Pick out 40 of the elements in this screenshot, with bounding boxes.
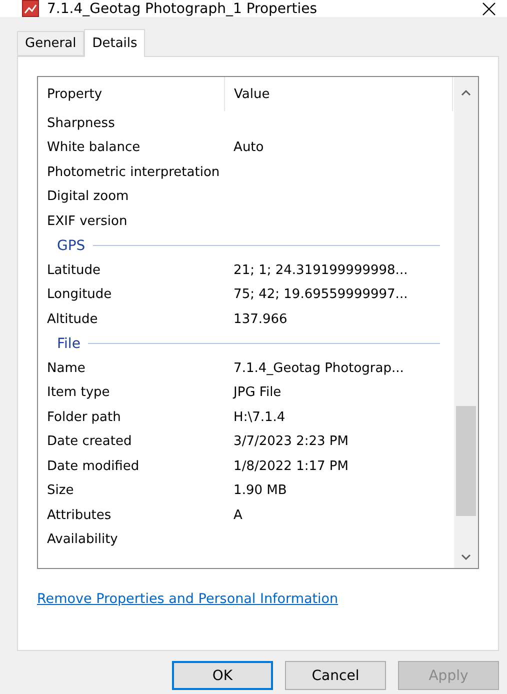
value-cell-text: A (232, 508, 244, 523)
property-cell-text: Sharpness (46, 116, 116, 131)
group-header: GPS (57, 238, 86, 254)
dialog-button[interactable]: OK (172, 661, 273, 690)
value-cell-text: 75; 42; 19.69559999997... (232, 287, 409, 302)
value-cell-text: JPG File (232, 385, 282, 400)
property-cell-text: Folder path (46, 410, 122, 425)
value-cell-text: 137.966 (232, 312, 288, 327)
value-cell-text: Auto (232, 140, 265, 156)
property-cell-text: Latitude (46, 262, 102, 278)
tab[interactable]: Details (84, 29, 146, 57)
property-cell-text: Altitude (46, 312, 99, 327)
property-cell-text: Digital zoom (46, 189, 130, 204)
value-cell-text: 21; 1; 24.319199999998... (232, 262, 409, 278)
property-cell-text: Size (46, 483, 75, 498)
property-cell-text: Attributes (46, 508, 112, 523)
dialog-button[interactable]: Cancel (285, 661, 386, 690)
value-cell-text: H:\7.1.4 (232, 410, 286, 425)
value-cell-text: 1.90 MB (232, 483, 288, 498)
property-cell-text: Date created (46, 434, 133, 450)
property-cell-text: EXIF version (46, 214, 128, 229)
value-cell-text: 3/7/2023 2:23 PM (232, 434, 350, 450)
close-icon[interactable] (481, 0, 497, 16)
tab[interactable]: General (17, 31, 84, 56)
group-header: File (57, 336, 80, 352)
remove-properties-link[interactable]: Remove Properties and Personal Information (37, 591, 338, 607)
property-cell-text: White balance (46, 140, 142, 156)
scrollbar-thumb[interactable] (456, 406, 476, 516)
column-header[interactable]: Value (225, 77, 453, 111)
property-cell-text: Longitude (46, 287, 113, 302)
value-cell-text: 1/8/2022 1:17 PM (232, 458, 350, 474)
scrollbar[interactable] (454, 77, 478, 568)
property-cell-text: Date modified (46, 458, 140, 474)
property-cell-text: Availability (46, 532, 119, 548)
value-cell-text: 7.1.4_Geotag Photograp... (232, 360, 405, 376)
column-header[interactable]: Property (38, 77, 225, 111)
property-cell-text: Item type (46, 385, 111, 400)
window-title: 7.1.4_Geotag Photograph_1 Properties (47, 0, 318, 16)
property-cell-text: Name (46, 360, 86, 376)
property-cell-text: Photometric interpretation (46, 164, 221, 180)
